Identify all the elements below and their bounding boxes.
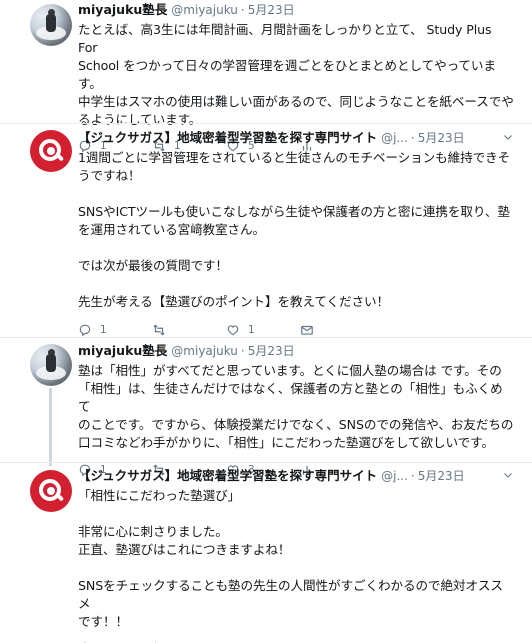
like-icon (227, 325, 239, 336)
thread-line (49, 388, 52, 466)
tweet-header: miyajuku塾長 @miyajuku · 5月23日 (78, 0, 514, 20)
tweet-header: 【ジュクサガス】地域密着型学習塾を探す専門サイト @j... · 5月23日 (78, 128, 514, 148)
tweet-text: 塾は「相性」がすべてだと思っています。とくに個人塾の場合は です。その 「相性」… (78, 363, 514, 450)
avatar[interactable] (30, 344, 72, 386)
separator: · (240, 3, 245, 17)
message-icon (301, 325, 313, 335)
brand-logo (30, 130, 72, 172)
user-handle[interactable]: @j... (381, 128, 408, 148)
tweet-header: 【ジュクサガス】地域密着型学習塾を探す専門サイト @j... · 5月23日 (78, 466, 514, 486)
avatar[interactable] (30, 130, 72, 172)
brand-logo (30, 470, 72, 512)
tweet[interactable]: 【ジュクサガス】地域密着型学習塾を探す専門サイト @j... · 5月23日 1… (0, 124, 532, 337)
tweet-actions: 1 (78, 639, 514, 643)
display-name[interactable]: 【ジュクサガス】地域密着型学習塾を探す専門サイト (78, 128, 377, 148)
tweet-date[interactable]: 5月23日 (248, 341, 295, 361)
separator: · (410, 469, 415, 483)
tweet-header: miyajuku塾長 @miyajuku · 5月23日 (78, 341, 514, 361)
display-name[interactable]: miyajuku塾長 (78, 0, 167, 20)
display-name[interactable]: 【ジュクサガス】地域密着型学習塾を探す専門サイト (78, 466, 377, 486)
tweet[interactable]: 【ジュクサガス】地域密着型学習塾を探す専門サイト @j... · 5月23日 「… (0, 463, 532, 643)
chevron-down-icon[interactable] (502, 469, 514, 481)
retweet-icon (153, 324, 165, 336)
user-handle[interactable]: @j... (381, 466, 408, 486)
separator: · (240, 344, 245, 358)
user-handle[interactable]: @miyajuku (171, 341, 238, 361)
retweet-button[interactable] (152, 323, 226, 337)
reply-button[interactable]: 1 (78, 323, 152, 337)
like-count: 1 (248, 324, 255, 336)
message-button[interactable] (300, 323, 374, 337)
user-handle[interactable]: @miyajuku (171, 0, 238, 20)
tweet-date[interactable]: 5月23日 (418, 466, 465, 486)
display-name[interactable]: miyajuku塾長 (78, 341, 167, 361)
reply-icon (79, 324, 91, 337)
tweet-date[interactable]: 5月23日 (248, 0, 295, 20)
tweet[interactable]: miyajuku塾長 @miyajuku · 5月23日 塾は「相性」がすべてだ… (0, 338, 532, 477)
avatar[interactable] (30, 4, 72, 46)
timeline: miyajuku塾長 @miyajuku · 5月23日 たとえば、高3生には年… (0, 0, 532, 643)
like-button[interactable]: 1 (226, 323, 300, 337)
tweet-text: たとえば、高3生には年間計画、月間計画をしっかりと立て、 Study Plus … (78, 22, 514, 127)
reply-count: 1 (100, 324, 107, 336)
separator: · (410, 131, 415, 145)
tweet[interactable]: miyajuku塾長 @miyajuku · 5月23日 たとえば、高3生には年… (0, 0, 532, 153)
chevron-down-icon[interactable] (502, 131, 514, 143)
avatar[interactable] (30, 470, 72, 512)
tweet-text: 1週間ごとに学習管理をされていると生徒さんのモチベーションも維持できそ うですね… (78, 150, 511, 309)
tweet-text: 「相性にこだわった塾選び」 非常に心に刺さりました。 正直、塾選びはこれにつきま… (78, 488, 503, 629)
tweet-date[interactable]: 5月23日 (418, 128, 465, 148)
